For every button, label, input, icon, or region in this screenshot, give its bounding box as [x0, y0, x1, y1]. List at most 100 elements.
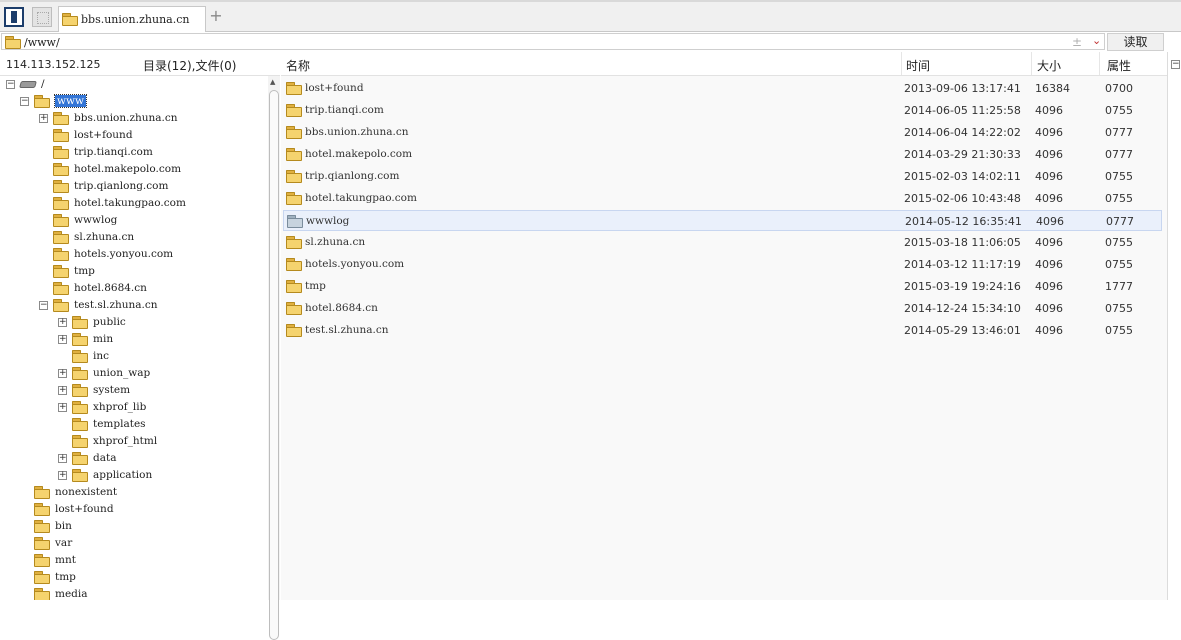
tree-node[interactable]: + min	[0, 331, 266, 348]
tree-node[interactable]: wwwlog	[0, 212, 266, 229]
tab-bbs-union[interactable]: bbs.union.zhuna.cn	[58, 6, 206, 32]
tree-node[interactable]: lost+found	[0, 127, 266, 144]
file-row[interactable]: lost+found 2013-09-06 13:17:41 16384 0700	[283, 78, 1162, 99]
file-attr: 0755	[1105, 104, 1133, 117]
tree-node[interactable]: trip.tianqi.com	[0, 144, 266, 161]
tree-node-label: public	[93, 316, 126, 328]
expand-icon[interactable]: +	[58, 386, 67, 395]
scroll-up-icon[interactable]: ▲	[270, 78, 275, 86]
tree-node[interactable]: hotel.makepolo.com	[0, 161, 266, 178]
tree-node-label: union_wap	[93, 367, 151, 379]
column-attr-header[interactable]: 属性	[1107, 57, 1131, 74]
collapse-icon[interactable]: −	[6, 80, 15, 89]
tree-node[interactable]: trip.qianlong.com	[0, 178, 266, 195]
drive-icon	[19, 79, 37, 90]
collapse-icon[interactable]: −	[39, 301, 48, 310]
tree-node[interactable]: + data	[0, 450, 266, 467]
file-row[interactable]: test.sl.zhuna.cn 2014-05-29 13:46:01 4096 0…	[283, 320, 1162, 341]
file-row[interactable]: hotel.makepolo.com 2014-03-29 21:30:33 409…	[283, 144, 1162, 165]
file-size: 4096	[1035, 324, 1063, 337]
blank-tab-button[interactable]	[32, 7, 52, 27]
plus-minus-icon[interactable]: ±	[1072, 35, 1082, 49]
file-attr: 0777	[1106, 215, 1134, 228]
address-bar: /www/ ± ⌄ 读取	[0, 32, 1181, 52]
tree-node[interactable]: nonexistent	[0, 484, 266, 501]
tree-node-label: data	[93, 452, 117, 464]
collapse-icon[interactable]: −	[1171, 60, 1180, 69]
column-size-header[interactable]: 大小	[1037, 57, 1061, 74]
expand-icon[interactable]: +	[58, 369, 67, 378]
expand-icon[interactable]: +	[58, 471, 67, 480]
column-name-header[interactable]: 名称	[286, 57, 310, 74]
tree-node[interactable]: + xhprof_lib	[0, 399, 266, 416]
file-row[interactable]: wwwlog 2014-05-12 16:35:41 4096 0777	[283, 210, 1162, 231]
file-row[interactable]: sl.zhuna.cn 2015-03-18 11:06:05 4096 0755	[283, 232, 1162, 253]
tree-node[interactable]: bin	[0, 518, 266, 535]
tree-node[interactable]: + bbs.union.zhuna.cn	[0, 110, 266, 127]
tree-node[interactable]: media	[0, 586, 266, 600]
tree-node[interactable]: lost+found	[0, 501, 266, 518]
file-name: hotel.8684.cn	[305, 302, 378, 314]
add-tab-button[interactable]: +	[208, 8, 224, 24]
file-size: 4096	[1035, 280, 1063, 293]
folder-icon	[5, 36, 21, 49]
tree-node[interactable]: hotels.yonyou.com	[0, 246, 266, 263]
file-time: 2013-09-06 13:17:41	[904, 82, 1021, 95]
tree-node[interactable]: + system	[0, 382, 266, 399]
tree-node-label: nonexistent	[55, 486, 118, 498]
folder-icon	[72, 350, 88, 363]
file-row[interactable]: trip.qianlong.com 2015-02-03 14:02:11 4096…	[283, 166, 1162, 187]
file-row[interactable]: hotel.8684.cn 2014-12-24 15:34:10 4096 0755	[283, 298, 1162, 319]
file-attr: 1777	[1105, 280, 1133, 293]
tree-node[interactable]: + application	[0, 467, 266, 484]
folder-icon	[286, 302, 302, 315]
tree-node[interactable]: mnt	[0, 552, 266, 569]
file-name: tmp	[305, 280, 326, 292]
expand-icon[interactable]: +	[58, 318, 67, 327]
column-time-header[interactable]: 时间	[906, 57, 930, 74]
folder-icon	[53, 197, 69, 210]
tree-node[interactable]: − /	[0, 76, 266, 93]
tree-node[interactable]: tmp	[0, 263, 266, 280]
folder-icon	[53, 146, 69, 159]
tree-node[interactable]: + union_wap	[0, 365, 266, 382]
file-row[interactable]: hotels.yonyou.com 2014-03-12 11:17:19 4096…	[283, 254, 1162, 275]
tree-node[interactable]: xhprof_html	[0, 433, 266, 450]
tree-node[interactable]: var	[0, 535, 266, 552]
expand-icon[interactable]: +	[58, 403, 67, 412]
file-row[interactable]: bbs.union.zhuna.cn 2014-06-04 14:22:02 409…	[283, 122, 1162, 143]
server-ip: 114.113.152.125	[6, 58, 101, 71]
tree-scrollbar[interactable]: ▲	[268, 76, 280, 640]
expand-icon[interactable]: +	[58, 335, 67, 344]
tree-node[interactable]: + public	[0, 314, 266, 331]
file-name: lost+found	[305, 82, 364, 94]
tree-node[interactable]: tmp	[0, 569, 266, 586]
file-name: hotels.yonyou.com	[305, 258, 405, 270]
folder-icon	[286, 236, 302, 249]
tree-node[interactable]: − test.sl.zhuna.cn	[0, 297, 266, 314]
tree-node[interactable]: sl.zhuna.cn	[0, 229, 266, 246]
tree-node[interactable]: templates	[0, 416, 266, 433]
tree-node[interactable]: inc	[0, 348, 266, 365]
tree-node[interactable]: hotel.8684.cn	[0, 280, 266, 297]
scroll-thumb[interactable]	[269, 90, 279, 640]
read-button[interactable]: 读取	[1107, 33, 1164, 51]
folder-icon	[53, 129, 69, 142]
file-time: 2014-05-29 13:46:01	[904, 324, 1021, 337]
file-row[interactable]: trip.tianqi.com 2014-06-05 11:25:58 4096 07…	[283, 100, 1162, 121]
file-row[interactable]: hotel.takungpao.com 2015-02-06 10:43:48 40…	[283, 188, 1162, 209]
expand-icon[interactable]: +	[39, 114, 48, 123]
tree-node[interactable]: hotel.takungpao.com	[0, 195, 266, 212]
tree-node[interactable]: − www	[0, 93, 266, 110]
panel-toggle-button[interactable]	[4, 7, 24, 27]
path-input[interactable]: /www/ ± ⌄	[1, 33, 1105, 50]
file-size: 4096	[1035, 236, 1063, 249]
tree-node-label: system	[93, 384, 131, 396]
file-row[interactable]: tmp 2015-03-19 19:24:16 4096 1777	[283, 276, 1162, 297]
expand-icon[interactable]: +	[58, 454, 67, 463]
folder-icon	[72, 418, 88, 431]
tree-node-label: hotel.8684.cn	[74, 282, 147, 294]
folder-icon	[286, 192, 302, 205]
chevron-down-icon[interactable]: ⌄	[1092, 34, 1101, 47]
collapse-icon[interactable]: −	[20, 97, 29, 106]
